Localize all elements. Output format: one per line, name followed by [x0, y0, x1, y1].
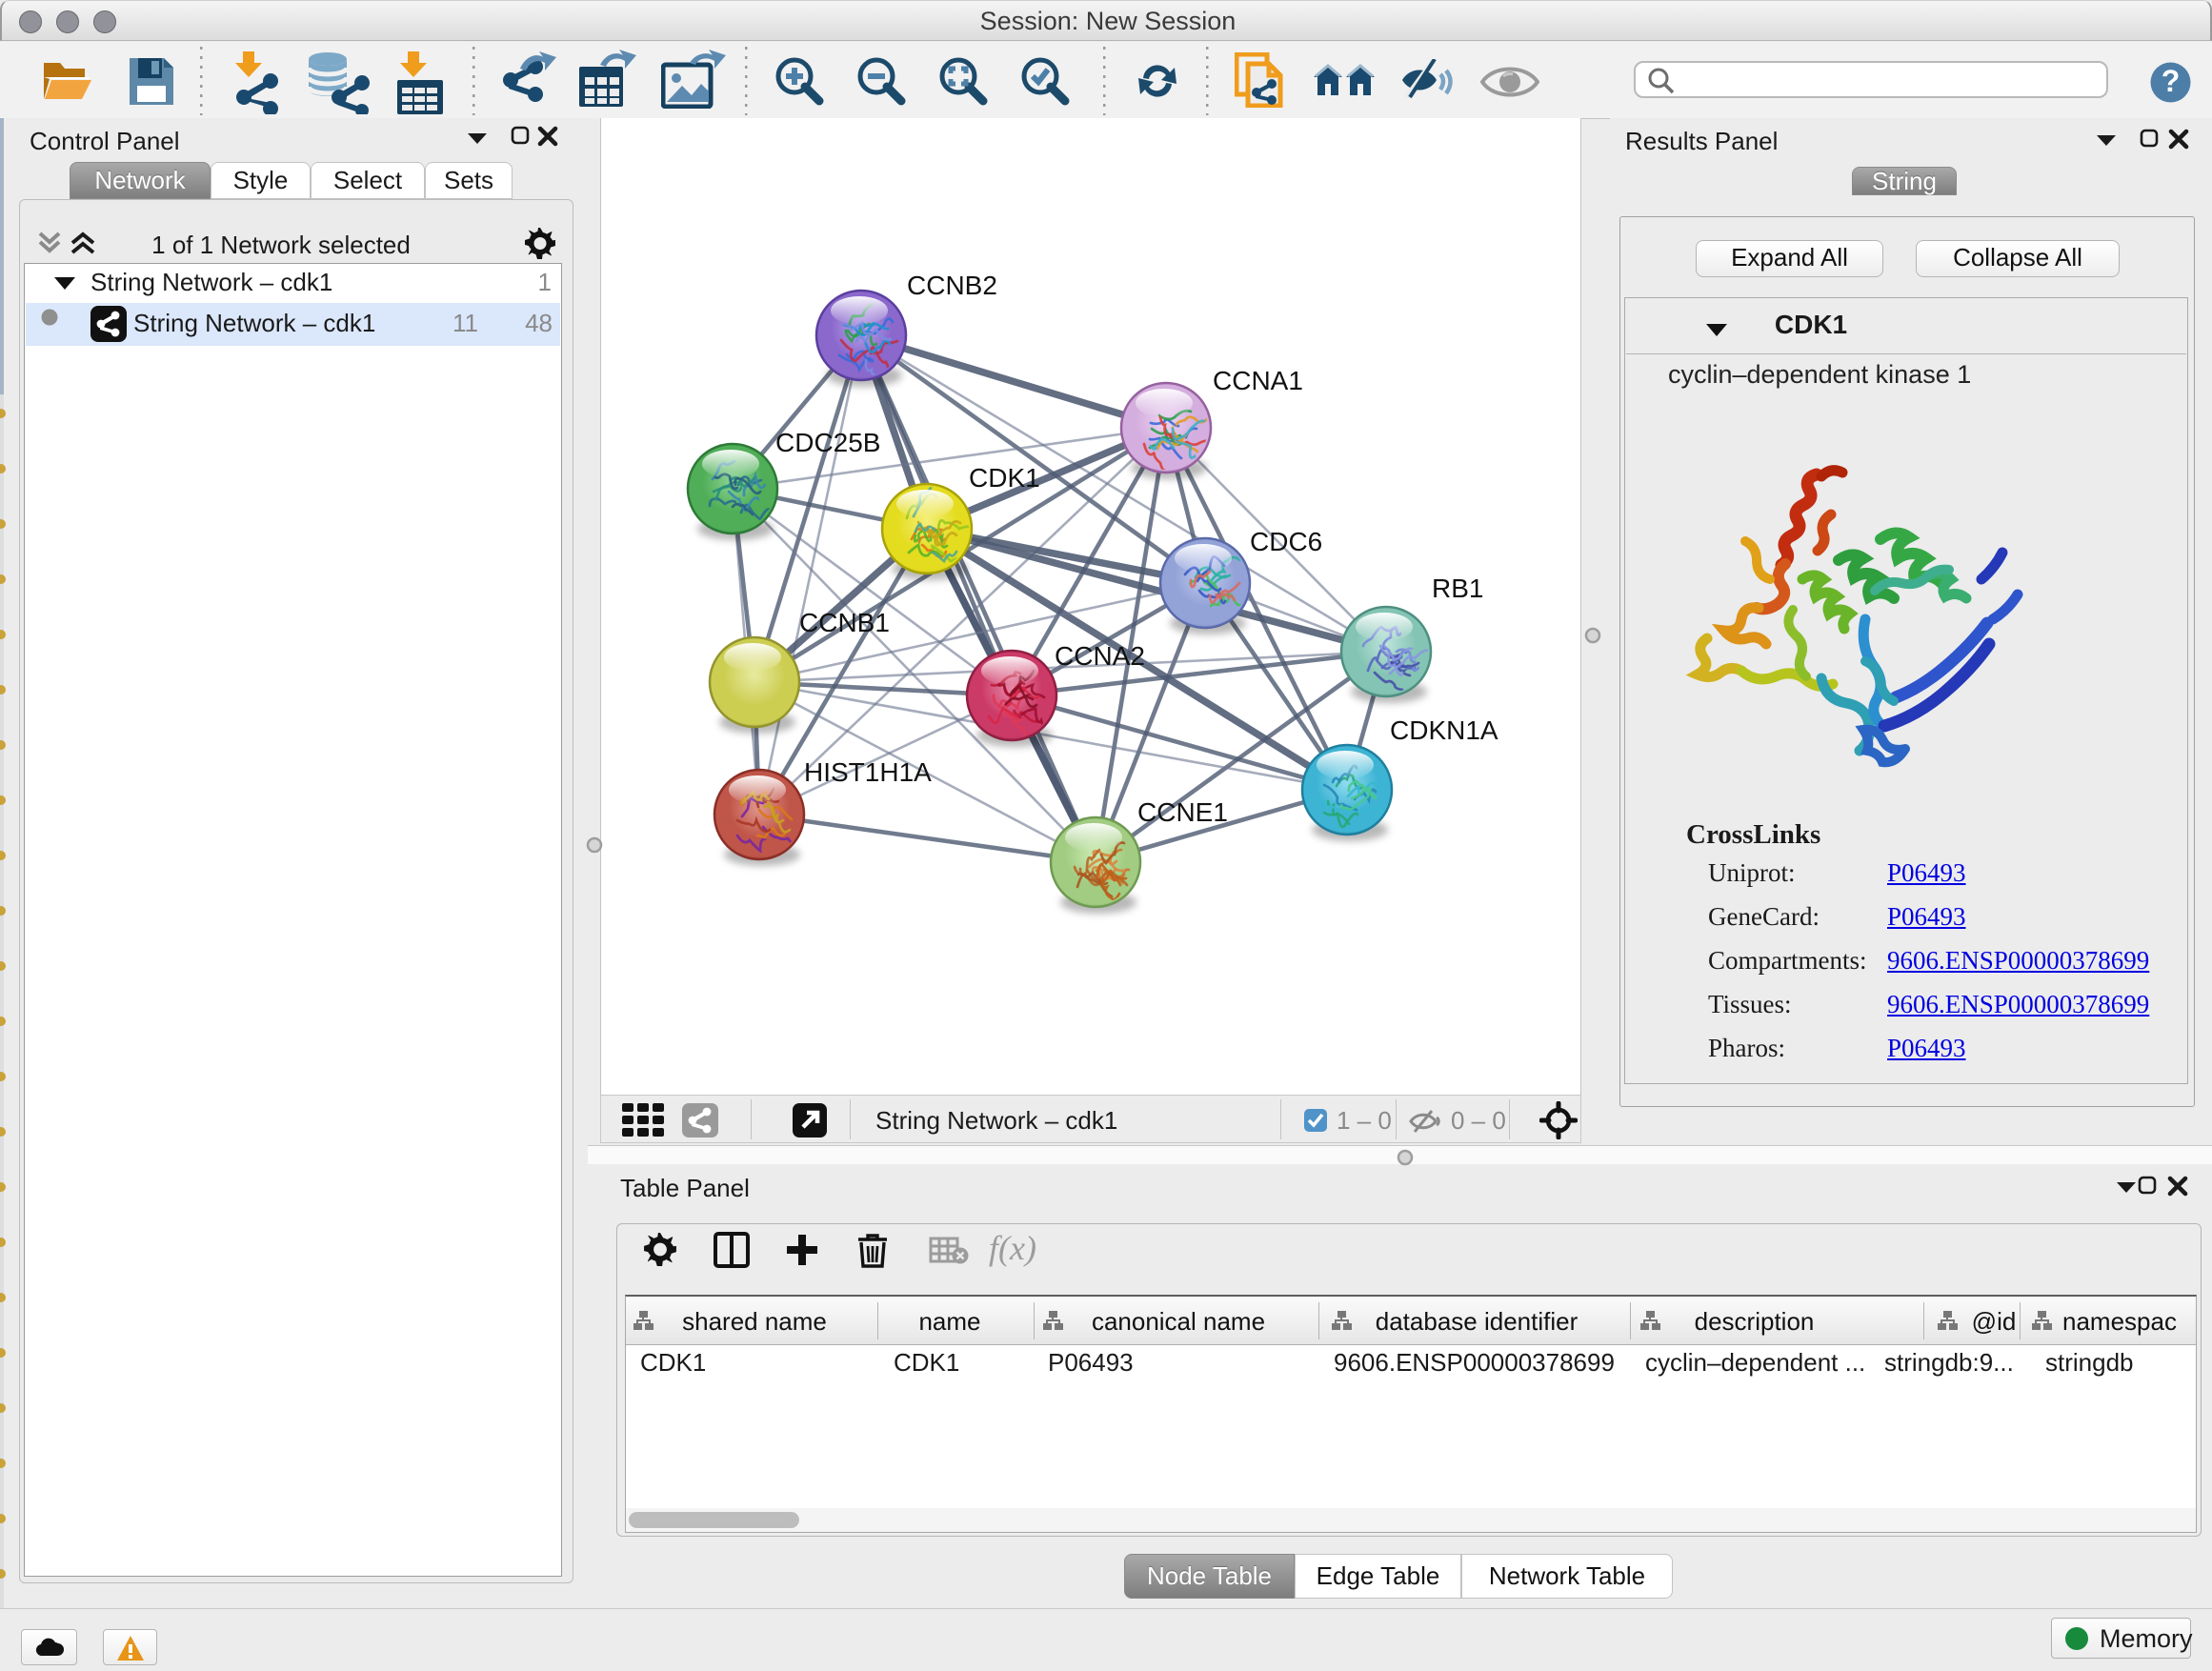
svg-text:RB1: RB1: [1432, 574, 1483, 603]
svg-text:CCNB1: CCNB1: [799, 608, 890, 637]
svg-text:CDK1: CDK1: [969, 463, 1040, 493]
svg-text:CCNA2: CCNA2: [1055, 641, 1145, 671]
svg-text:CDC25B: CDC25B: [775, 428, 880, 457]
svg-text:HIST1H1A: HIST1H1A: [804, 757, 932, 787]
svg-text:?: ?: [2162, 64, 2181, 98]
svg-text:CDC6: CDC6: [1250, 527, 1322, 556]
svg-text:CCNA1: CCNA1: [1213, 366, 1303, 395]
svg-text:CCNE1: CCNE1: [1137, 797, 1228, 827]
svg-text:CDKN1A: CDKN1A: [1390, 715, 1498, 745]
svg-text:CCNB2: CCNB2: [907, 271, 997, 300]
